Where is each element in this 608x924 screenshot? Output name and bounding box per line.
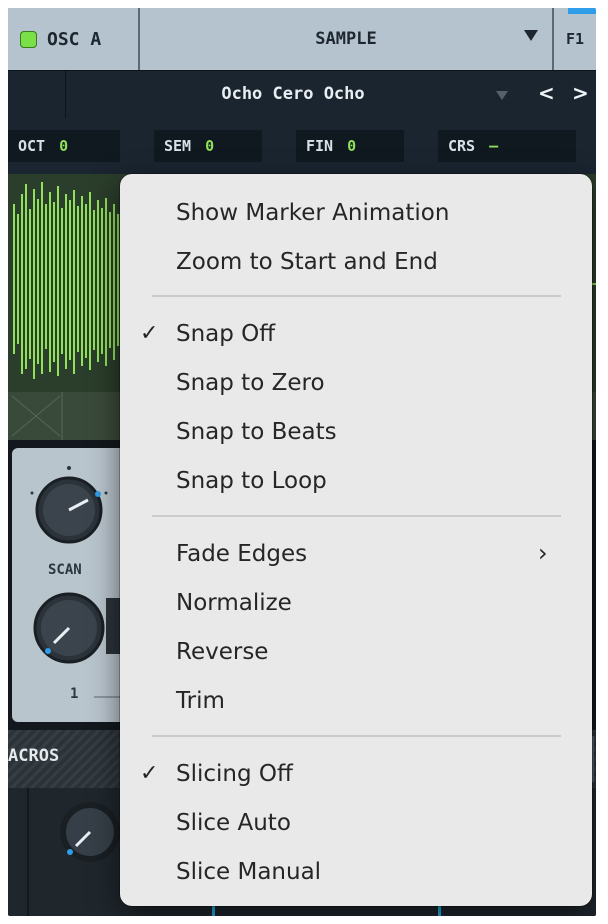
- divider: [65, 71, 66, 119]
- sample-preset-row: Ocho Cero Ocho < >: [8, 70, 596, 119]
- filter-route-label: F1: [565, 30, 585, 48]
- checkmark-icon: ✓: [140, 321, 159, 346]
- osc-a-toggle[interactable]: OSC A: [8, 8, 140, 70]
- level-value: 1: [70, 686, 79, 702]
- marker-cross-icon: [11, 392, 63, 440]
- preset-next-button[interactable]: >: [572, 81, 589, 105]
- menu-item-zoom-to-start-and-end[interactable]: Zoom to Start and End: [176, 247, 438, 277]
- macro-knob-graphics: [27, 788, 120, 916]
- fine-label: FIN: [306, 137, 334, 155]
- filter-route-button[interactable]: F1: [554, 8, 596, 70]
- menu-item-normalize[interactable]: Normalize: [176, 588, 292, 618]
- octave-field[interactable]: OCT 0: [8, 130, 120, 162]
- source-type-label: SAMPLE: [315, 29, 377, 49]
- scan-label: SCAN: [48, 562, 82, 578]
- filter-route-indicator: [568, 8, 596, 14]
- oscillator-header: OSC A SAMPLE F1: [8, 8, 596, 70]
- menu-separator: [152, 515, 561, 517]
- knob-graphics: [30, 466, 122, 664]
- menu-item-snap-to-zero[interactable]: Snap to Zero: [176, 368, 325, 398]
- fine-value: 0: [347, 137, 357, 155]
- semitone-label: SEM: [164, 137, 192, 155]
- menu-item-slice-auto[interactable]: Slice Auto: [176, 808, 291, 838]
- checkmark-icon: ✓: [140, 761, 159, 786]
- fine-field[interactable]: FIN 0: [296, 130, 404, 162]
- waveform-context-menu: Show Marker Animation Zoom to Start and …: [120, 174, 592, 906]
- menu-separator: [152, 295, 561, 297]
- semitone-field[interactable]: SEM 0: [154, 130, 262, 162]
- source-type-dropdown[interactable]: SAMPLE: [140, 8, 554, 70]
- osc-label: OSC A: [47, 28, 102, 50]
- menu-separator: [152, 735, 561, 737]
- octave-label: OCT: [18, 137, 46, 155]
- menu-item-snap-to-beats[interactable]: Snap to Beats: [176, 417, 337, 447]
- semitone-value: 0: [205, 137, 215, 155]
- coarse-field[interactable]: CRS –: [438, 130, 576, 162]
- menu-item-trim[interactable]: Trim: [176, 686, 225, 716]
- level-knob[interactable]: [33, 592, 105, 664]
- divider: [592, 736, 594, 782]
- macros-label: ACROS: [8, 746, 60, 766]
- oscillator-panel: OSC A SAMPLE F1 Ocho Cero Ocho < > OCT 0…: [8, 8, 596, 916]
- dropdown-arrow-icon: [524, 30, 538, 41]
- sample-preset-name[interactable]: Ocho Cero Ocho: [148, 84, 438, 104]
- menu-item-slicing-off[interactable]: Slicing Off: [176, 759, 293, 789]
- tuning-row: OCT 0 SEM 0 FIN 0 CRS –: [8, 118, 596, 174]
- range-line: [94, 696, 122, 698]
- preset-prev-button[interactable]: <: [538, 81, 555, 105]
- submenu-chevron-icon: ›: [538, 539, 548, 567]
- preset-dropdown-icon[interactable]: [496, 91, 508, 100]
- osc-enable-led[interactable]: [20, 30, 37, 48]
- scan-knob[interactable]: [30, 466, 108, 544]
- coarse-value: –: [489, 137, 499, 155]
- menu-item-snap-off[interactable]: Snap Off: [176, 319, 275, 349]
- menu-item-fade-edges[interactable]: Fade Edges: [176, 539, 307, 569]
- menu-item-reverse[interactable]: Reverse: [176, 637, 268, 667]
- coarse-label: CRS: [448, 137, 476, 155]
- octave-value: 0: [59, 137, 69, 155]
- menu-item-slice-manual[interactable]: Slice Manual: [176, 857, 321, 887]
- menu-item-snap-to-loop[interactable]: Snap to Loop: [176, 466, 327, 496]
- menu-item-show-marker-animation[interactable]: Show Marker Animation: [176, 198, 449, 228]
- macro-knob[interactable]: [60, 802, 120, 862]
